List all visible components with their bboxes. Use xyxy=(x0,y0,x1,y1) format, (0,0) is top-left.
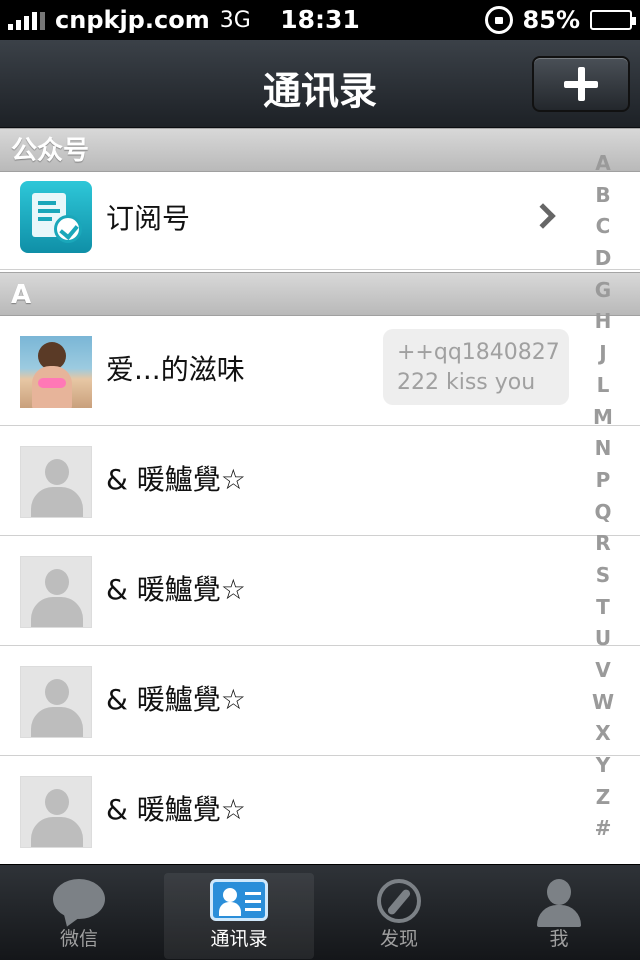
tab-me[interactable]: 我 xyxy=(484,873,634,959)
person-icon xyxy=(537,879,581,927)
status-bubble: ++qq1840827 222 kiss you xyxy=(383,329,569,405)
tab-label: 我 xyxy=(549,928,569,950)
index-letter[interactable]: N xyxy=(588,433,618,465)
contact-row[interactable]: & 暖鱸覺☆ xyxy=(0,426,640,536)
index-letter[interactable]: U xyxy=(588,623,618,655)
index-letter[interactable]: T xyxy=(588,592,618,624)
index-letter[interactable]: H xyxy=(588,306,618,338)
tab-discover[interactable]: 发现 xyxy=(324,873,474,959)
subscriptions-label: 订阅号 xyxy=(106,202,191,235)
contact-row[interactable]: 爱...的滋味 ++qq1840827 222 kiss you xyxy=(0,316,640,426)
battery-icon xyxy=(590,10,636,30)
index-letter[interactable]: P xyxy=(588,465,618,497)
battery-percent: 85% xyxy=(522,6,580,34)
contacts-screen: cnpkjp.com 3G 18:31 85% 通讯录 公众号 订阅号 A 爱.… xyxy=(0,0,640,960)
index-letter[interactable]: A xyxy=(588,148,618,180)
contact-row[interactable]: & 暖鱸覺☆ xyxy=(0,756,640,864)
contact-name: & 暖鱸覺☆ xyxy=(106,573,246,606)
alphabet-index[interactable]: A B C D G H J L M N P Q R S T U V W X Y Z # xyxy=(588,148,618,845)
index-letter[interactable]: M xyxy=(588,402,618,434)
subscription-icon xyxy=(20,181,92,253)
tab-label: 发现 xyxy=(379,928,418,950)
tab-bar: 微信 通讯录 发现 我 xyxy=(0,864,640,960)
rotation-lock-icon xyxy=(484,6,513,34)
index-letter[interactable]: # xyxy=(588,813,618,845)
section-header-a: A xyxy=(0,272,640,316)
default-avatar-icon xyxy=(20,446,92,518)
index-letter[interactable]: X xyxy=(588,718,618,750)
contacts-card-icon xyxy=(210,879,268,921)
contact-name: 爱...的滋味 xyxy=(106,353,245,386)
index-letter[interactable]: G xyxy=(588,275,618,307)
status-bar: cnpkjp.com 3G 18:31 85% xyxy=(0,0,640,40)
list-item-subscriptions[interactable]: 订阅号 xyxy=(0,172,640,270)
contact-name: & 暖鱸覺☆ xyxy=(106,683,246,716)
contact-name: & 暖鱸覺☆ xyxy=(106,793,246,826)
index-letter[interactable]: L xyxy=(588,370,618,402)
contact-row[interactable]: & 暖鱸覺☆ xyxy=(0,646,640,756)
section-header-public-accounts: 公众号 xyxy=(0,128,640,172)
index-letter[interactable]: V xyxy=(588,655,618,687)
index-letter[interactable]: C xyxy=(588,211,618,243)
index-letter[interactable]: W xyxy=(588,687,618,719)
status-line: 222 kiss you xyxy=(397,370,536,395)
chat-bubble-icon xyxy=(53,879,105,919)
chevron-right-icon xyxy=(530,203,556,229)
index-letter[interactable]: D xyxy=(588,243,618,275)
index-letter[interactable]: S xyxy=(588,560,618,592)
default-avatar-icon xyxy=(20,666,92,738)
default-avatar-icon xyxy=(20,556,92,628)
index-letter[interactable]: Y xyxy=(588,750,618,782)
tab-label: 微信 xyxy=(59,928,98,950)
contact-row[interactable]: & 暖鱸覺☆ xyxy=(0,536,640,646)
tab-chats[interactable]: 微信 xyxy=(4,873,154,959)
status-line: ++qq1840827 xyxy=(397,340,560,365)
plus-icon xyxy=(564,67,598,101)
index-letter[interactable]: R xyxy=(588,528,618,560)
avatar xyxy=(20,336,92,408)
nav-bar: 通讯录 xyxy=(0,40,640,128)
status-right: 85% xyxy=(484,6,636,34)
compass-icon xyxy=(377,879,421,923)
index-letter[interactable]: Z xyxy=(588,782,618,814)
default-avatar-icon xyxy=(20,776,92,848)
tab-label: 通讯录 xyxy=(210,928,268,950)
contact-name: & 暖鱸覺☆ xyxy=(106,463,246,496)
add-contact-button[interactable] xyxy=(532,56,630,112)
index-letter[interactable]: Q xyxy=(588,497,618,529)
index-letter[interactable]: J xyxy=(588,338,618,370)
index-letter[interactable]: B xyxy=(588,180,618,212)
tab-contacts[interactable]: 通讯录 xyxy=(164,873,314,959)
check-icon xyxy=(54,215,82,243)
